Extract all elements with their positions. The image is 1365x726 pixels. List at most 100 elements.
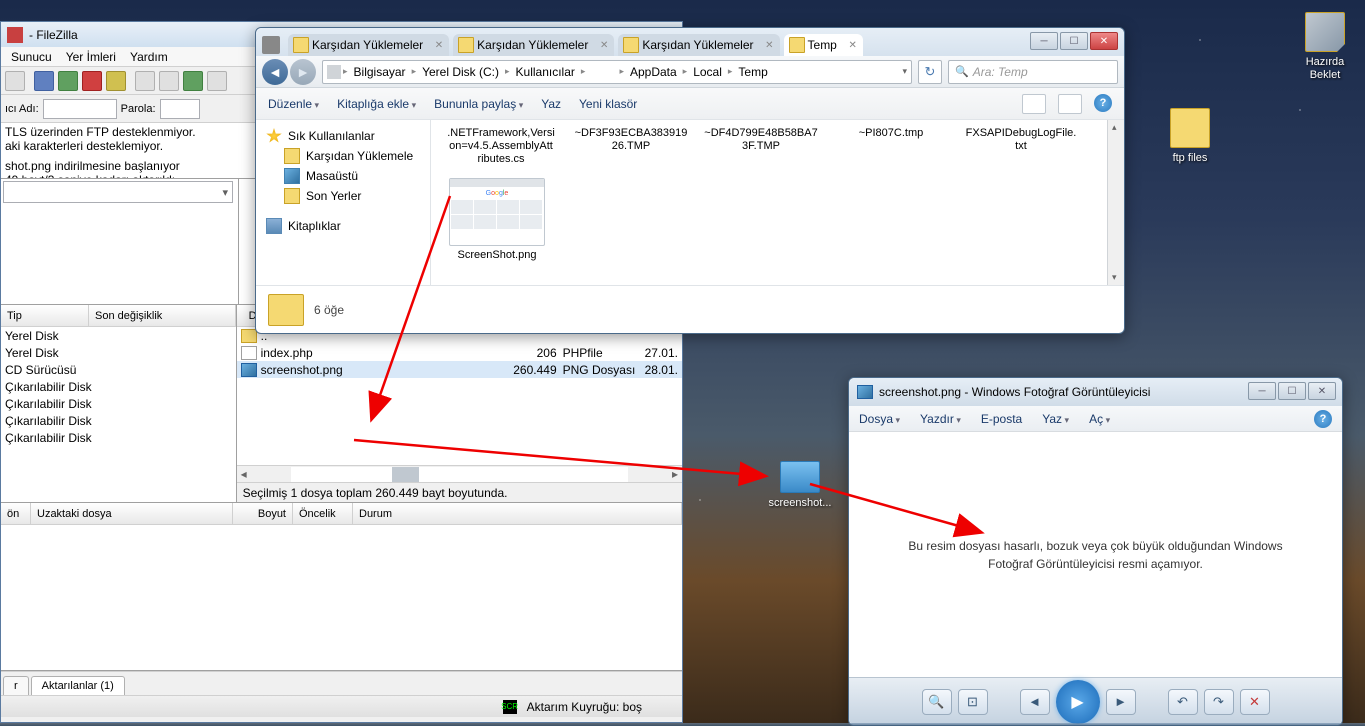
file-item[interactable]: ~PI807C.tmp xyxy=(831,124,951,140)
menu-eposta[interactable]: E-posta xyxy=(981,412,1022,426)
toolbar-btn[interactable] xyxy=(135,71,155,91)
local-tree[interactable] xyxy=(1,179,239,304)
crumb-bilgisayar[interactable]: Bilgisayar xyxy=(350,63,410,81)
crumb-c[interactable]: Yerel Disk (C:) xyxy=(418,63,503,81)
queue-body[interactable] xyxy=(1,525,682,670)
toolbar-btn[interactable] xyxy=(5,71,25,91)
next-button[interactable]: ► xyxy=(1106,689,1136,715)
file-item[interactable]: .NETFramework,Versi on=v4.5.AssemblyAtt … xyxy=(441,124,561,166)
zoom-button[interactable]: 🔍 xyxy=(922,689,952,715)
file-item[interactable]: ~DF3F93ECBA383919 26.TMP xyxy=(571,124,691,153)
minimize-button[interactable]: ─ xyxy=(1030,32,1058,50)
desktop-icon-hibernate[interactable]: Hazırda Beklet xyxy=(1290,12,1360,82)
refresh-button[interactable]: ↻ xyxy=(918,60,942,84)
prev-button[interactable]: ◄ xyxy=(1020,689,1050,715)
scrollbar-h[interactable]: ◂▸ xyxy=(237,465,682,482)
col-on[interactable]: ön xyxy=(1,503,31,524)
toolbar-btn[interactable] xyxy=(159,71,179,91)
sidebar-libraries[interactable]: Kitaplıklar xyxy=(256,216,430,236)
fit-button[interactable]: ⊡ xyxy=(958,689,988,715)
cmd-yeni[interactable]: Yeni klasör xyxy=(579,97,637,111)
photoviewer-titlebar[interactable]: screenshot.png - Windows Fotoğraf Görünt… xyxy=(849,378,1342,406)
tools-icon[interactable] xyxy=(262,36,280,54)
play-button[interactable]: ▶ xyxy=(1056,680,1100,724)
explorer-sidebar[interactable]: Sık Kullanılanlar Karşıdan Yüklemele Mas… xyxy=(256,120,431,285)
list-item-selected[interactable]: screenshot.png260.449PNG Dosyası28.01. xyxy=(237,361,682,378)
crumb-kullanicilar[interactable]: Kullanıcılar xyxy=(512,63,579,81)
col-tip[interactable]: Tip xyxy=(1,305,89,326)
menu-yerimleri[interactable]: Yer İmleri xyxy=(60,48,122,66)
file-item[interactable]: ~DF4D799E48B58BA7 3F.TMP xyxy=(701,124,821,153)
toolbar-btn[interactable] xyxy=(207,71,227,91)
local-path-combo[interactable] xyxy=(3,181,233,203)
explorer-files[interactable]: .NETFramework,Versi on=v4.5.AssemblyAtt … xyxy=(431,120,1124,285)
tab-downloads-2[interactable]: Karşıdan Yüklemeler✕ xyxy=(453,34,614,56)
tab-temp[interactable]: Temp✕ xyxy=(784,34,863,56)
search-input[interactable]: Ara: Temp xyxy=(948,60,1118,84)
cmd-yaz[interactable]: Yaz xyxy=(541,97,561,111)
menu-sunucu[interactable]: Sunucu xyxy=(5,48,58,66)
list-item[interactable]: index.php206PHPfile27.01. xyxy=(237,344,682,361)
close-tab-icon[interactable]: ✕ xyxy=(600,40,608,51)
view-button[interactable] xyxy=(1022,94,1046,114)
local-list-body[interactable]: Yerel Disk Yerel Disk CD Sürücüsü Çıkarı… xyxy=(1,327,236,502)
col-durum[interactable]: Durum xyxy=(353,503,682,524)
toolbar-btn[interactable] xyxy=(34,71,54,91)
breadcrumb[interactable]: ▸ Bilgisayar▸ Yerel Disk (C:)▸ Kullanıcı… xyxy=(322,60,912,84)
help-button[interactable]: ? xyxy=(1314,410,1332,428)
remote-list-body[interactable]: .. index.php206PHPfile27.01. screenshot.… xyxy=(237,327,682,465)
cmd-kitapliga[interactable]: Kitaplığa ekle xyxy=(337,97,416,111)
toolbar-btn[interactable] xyxy=(82,71,102,91)
tab-r[interactable]: r xyxy=(3,676,29,695)
close-button[interactable]: ✕ xyxy=(1308,382,1336,400)
rotate-left-button[interactable]: ↶ xyxy=(1168,689,1198,715)
file-item[interactable]: FXSAPIDebugLogFile. txt xyxy=(961,124,1081,153)
sidebar-item-desktop[interactable]: Masaüstü xyxy=(256,166,430,186)
menu-dosya[interactable]: Dosya xyxy=(859,412,900,426)
col-uzak[interactable]: Uzaktaki dosya xyxy=(31,503,233,524)
maximize-button[interactable]: ☐ xyxy=(1278,382,1306,400)
close-tab-icon[interactable]: ✕ xyxy=(765,40,773,51)
cmd-duzenle[interactable]: Düzenle xyxy=(268,97,319,111)
rotate-right-button[interactable]: ↷ xyxy=(1204,689,1234,715)
toolbar-btn[interactable] xyxy=(58,71,78,91)
crumb-user[interactable] xyxy=(587,70,617,74)
tab-aktarilanlar[interactable]: Aktarılanlar (1) xyxy=(31,676,125,695)
quick-pass-input[interactable] xyxy=(160,99,200,119)
menu-ac[interactable]: Aç xyxy=(1089,412,1110,426)
forward-button[interactable]: ► xyxy=(290,59,316,85)
local-list-header[interactable]: Tip Son değişiklik xyxy=(1,305,236,327)
scrollbar-v[interactable] xyxy=(1107,120,1124,285)
close-tab-icon[interactable]: ✕ xyxy=(848,40,856,51)
cmd-paylas[interactable]: Bununla paylaş xyxy=(434,97,523,111)
close-tab-icon[interactable]: ✕ xyxy=(435,40,443,51)
crumb-appdata[interactable]: AppData xyxy=(626,63,681,81)
file-item-screenshot[interactable]: Google ScreenShot.png xyxy=(437,178,557,262)
col-oncelik[interactable]: Öncelik xyxy=(293,503,353,524)
delete-button[interactable]: ✕ xyxy=(1240,689,1270,715)
tab-downloads-3[interactable]: Karşıdan Yüklemeler✕ xyxy=(618,34,779,56)
sidebar-item-downloads[interactable]: Karşıdan Yüklemele xyxy=(256,146,430,166)
desktop-icon-screenshot[interactable]: screenshot... xyxy=(760,461,840,509)
toolbar-btn[interactable] xyxy=(106,71,126,91)
desktop-icon-ftpfiles[interactable]: ftp files xyxy=(1155,108,1225,165)
minimize-button[interactable]: ─ xyxy=(1248,382,1276,400)
toolbar-btn[interactable] xyxy=(183,71,203,91)
sidebar-favorites[interactable]: Sık Kullanılanlar xyxy=(256,126,430,146)
close-button[interactable]: ✕ xyxy=(1090,32,1118,50)
crumb-local[interactable]: Local xyxy=(689,63,726,81)
menu-yazdir[interactable]: Yazdır xyxy=(920,412,961,426)
view-button[interactable] xyxy=(1058,94,1082,114)
help-button[interactable]: ? xyxy=(1094,94,1112,112)
menu-yaz[interactable]: Yaz xyxy=(1042,412,1069,426)
maximize-button[interactable]: ☐ xyxy=(1060,32,1088,50)
tab-downloads-1[interactable]: Karşıdan Yüklemeler✕ xyxy=(288,34,449,56)
quick-user-input[interactable] xyxy=(43,99,117,119)
col-son[interactable]: Son değişiklik xyxy=(89,305,236,326)
back-button[interactable]: ◄ xyxy=(262,59,288,85)
menu-yardim[interactable]: Yardım xyxy=(124,48,174,66)
crumb-temp[interactable]: Temp xyxy=(734,63,771,81)
queue-header[interactable]: ön Uzaktaki dosya Boyut Öncelik Durum xyxy=(1,503,682,525)
col-boyut[interactable]: Boyut xyxy=(233,503,293,524)
sidebar-item-recent[interactable]: Son Yerler xyxy=(256,186,430,206)
